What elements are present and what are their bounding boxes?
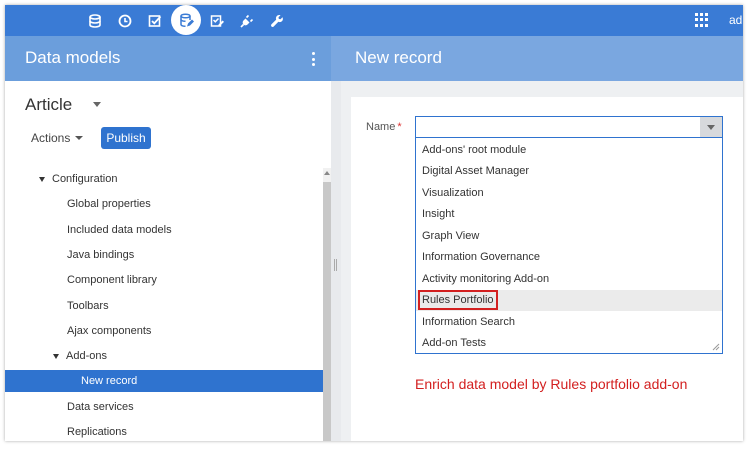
tree-item-label: Included data models bbox=[67, 223, 172, 236]
tree-item[interactable]: New record bbox=[5, 370, 323, 393]
edit-checklist-icon[interactable] bbox=[203, 5, 231, 36]
app-window: ad Data models New record Article Action… bbox=[5, 5, 743, 441]
apps-grid-icon[interactable] bbox=[695, 13, 709, 27]
tree-scrollbar[interactable] bbox=[323, 168, 331, 441]
tree-item-label: Add-ons bbox=[66, 350, 107, 363]
tree-item[interactable]: Component library bbox=[5, 269, 323, 291]
chevron-down-icon bbox=[75, 136, 84, 140]
tree-item-label: Toolbars bbox=[67, 299, 109, 312]
dropdown-option[interactable]: Graph View bbox=[416, 225, 722, 247]
record-panel: Name * Add-ons' root module Digital Asset … bbox=[341, 81, 743, 441]
data-model-name: Article bbox=[25, 95, 73, 114]
wrench-icon[interactable] bbox=[263, 5, 291, 36]
record-form: Name * Add-ons' root module Digital Asset … bbox=[351, 97, 743, 441]
tree-item[interactable]: Included data models bbox=[5, 219, 323, 241]
data-models-title: Data models bbox=[25, 48, 121, 67]
chevron-down-icon[interactable] bbox=[93, 102, 101, 107]
dropdown-option[interactable]: Information Search bbox=[416, 311, 722, 333]
tree-item[interactable]: Toolbars bbox=[5, 295, 323, 317]
scroll-up-arrow-icon[interactable] bbox=[324, 171, 330, 175]
tree-item[interactable]: Replications bbox=[5, 421, 323, 441]
tree-item[interactable]: Java bindings bbox=[5, 244, 323, 266]
tree-item-label: New record bbox=[81, 375, 138, 388]
dropdown-option[interactable]: Activity monitoring Add-on bbox=[416, 268, 722, 290]
tree-item-label: Global properties bbox=[67, 198, 151, 211]
dropdown-option[interactable]: Insight bbox=[416, 204, 722, 226]
tree-item-label: Configuration bbox=[52, 173, 118, 185]
task-checkbox-icon[interactable] bbox=[141, 5, 169, 36]
user-label[interactable]: ad bbox=[729, 13, 742, 27]
plug-icon[interactable] bbox=[233, 5, 261, 36]
tree-item-label: Component library bbox=[67, 274, 157, 287]
more-options-icon[interactable] bbox=[307, 49, 319, 69]
scrollbar-thumb[interactable] bbox=[323, 182, 331, 441]
splitter-grip-icon[interactable] bbox=[334, 259, 337, 271]
data-models-header: Data models bbox=[5, 36, 331, 81]
record-header: New record bbox=[331, 36, 743, 81]
dropdown-option[interactable]: Digital Asset Manager bbox=[416, 161, 722, 183]
navigation-panel: Article Actions Publish Configuration Glo… bbox=[5, 81, 331, 441]
data-model-icon[interactable] bbox=[171, 5, 201, 35]
tree-item[interactable]: Add-ons bbox=[5, 345, 323, 367]
dropdown-option[interactable]: Add-on Tests bbox=[416, 333, 722, 355]
name-field-label: Name * bbox=[366, 121, 402, 133]
tree-item-label: Java bindings bbox=[67, 248, 135, 261]
clock-icon[interactable] bbox=[111, 5, 139, 36]
name-options-list[interactable]: Add-ons' root module Digital Asset Manage… bbox=[415, 138, 723, 354]
database-icon[interactable] bbox=[81, 5, 109, 36]
tree-item[interactable]: Configuration bbox=[5, 168, 323, 190]
dropdown-option[interactable]: Add-ons' root module bbox=[416, 139, 722, 161]
publish-button[interactable]: Publish bbox=[101, 127, 151, 149]
resize-grip-icon[interactable] bbox=[712, 343, 720, 351]
annotation-caption: Enrich data model by Rules portfolio add… bbox=[415, 376, 688, 392]
tree-item[interactable]: Global properties bbox=[5, 193, 323, 215]
tree-item-label: Replications bbox=[67, 426, 127, 438]
expand-caret-icon[interactable] bbox=[39, 176, 45, 182]
expand-caret-icon[interactable] bbox=[53, 353, 59, 359]
required-marker: * bbox=[397, 121, 402, 133]
name-select-input[interactable] bbox=[415, 116, 723, 138]
top-toolbar: ad bbox=[5, 5, 743, 36]
dropdown-option[interactable]: Rules Portfolio bbox=[416, 289, 722, 311]
actions-menu-button[interactable]: Actions bbox=[31, 131, 84, 145]
tree-item-label: Ajax components bbox=[67, 324, 152, 337]
tree-item[interactable]: Ajax components bbox=[5, 320, 323, 342]
tree-item-label: Data services bbox=[67, 400, 134, 413]
tree-item[interactable]: Data services bbox=[5, 396, 323, 418]
dropdown-option[interactable]: Visualization bbox=[416, 182, 722, 204]
record-title: New record bbox=[355, 48, 442, 67]
panel-splitter[interactable] bbox=[331, 81, 341, 441]
dropdown-arrow-icon[interactable] bbox=[700, 117, 722, 137]
actions-label: Actions bbox=[31, 131, 71, 145]
dropdown-option[interactable]: Information Governance bbox=[416, 247, 722, 269]
